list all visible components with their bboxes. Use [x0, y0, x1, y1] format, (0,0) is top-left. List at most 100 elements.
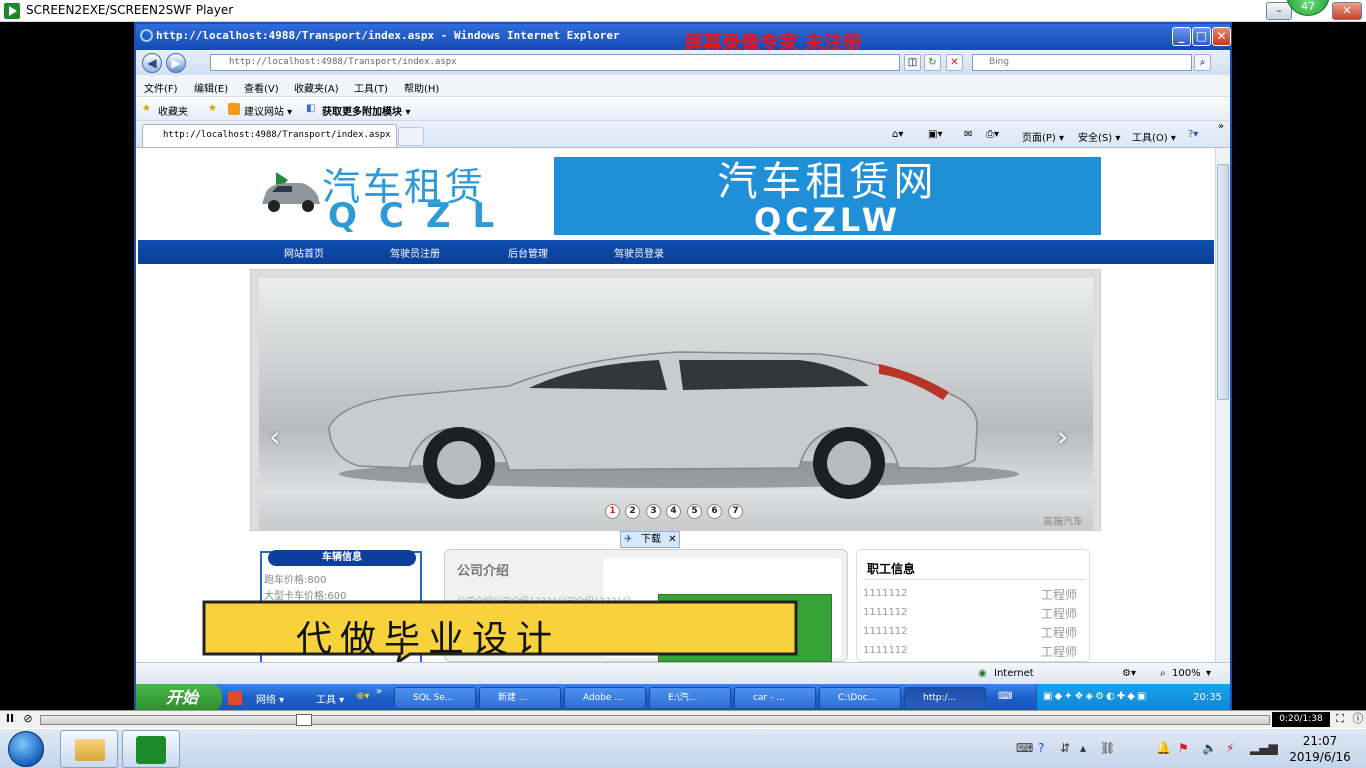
tray-icons[interactable]: ▣◆✦❖◈⚙◐✚◆▣: [1043, 691, 1148, 702]
explorer-taskbar-icon[interactable]: [60, 730, 118, 768]
mail-icon[interactable]: ✉: [964, 129, 972, 140]
task-new[interactable]: 新建 ...: [479, 687, 561, 709]
zoom-dropdown-icon[interactable]: ▾: [1206, 668, 1211, 679]
forward-icon[interactable]: ▶: [166, 53, 186, 73]
task-explorer-c[interactable]: C:\Doc...: [819, 687, 901, 709]
add-favorite-icon[interactable]: ★: [208, 103, 217, 114]
help-icon[interactable]: ?: [1038, 741, 1044, 755]
slide-watermark: 高端汽车: [1043, 517, 1083, 528]
search-icon[interactable]: ⌕: [1194, 54, 1211, 71]
slider-dot[interactable]: 7: [728, 504, 743, 519]
menu-edit[interactable]: 编辑(E): [194, 80, 228, 95]
close-button[interactable]: ✕: [1332, 2, 1362, 20]
slider-dot[interactable]: 6: [707, 504, 722, 519]
quick-network[interactable]: 网络 ▾: [256, 691, 284, 706]
ime-icon[interactable]: ⇵: [1060, 741, 1070, 755]
help-icon[interactable]: ?▾: [1188, 129, 1198, 140]
pause-button[interactable]: II: [2, 712, 18, 727]
tools-menu[interactable]: 工具(O) ▾: [1132, 129, 1176, 144]
slider-next-icon[interactable]: ›: [1057, 420, 1068, 453]
player-controls: II ⊘ 0:20/1:38 ⛶ ⓘ: [0, 710, 1366, 728]
quicklaunch-icon[interactable]: [228, 691, 242, 705]
player-title-bar: SCREEN2EXE/SCREEN2SWF Player – ✕: [0, 0, 1366, 22]
address-input[interactable]: http://localhost:4988/Transport/index.as…: [210, 54, 900, 71]
nav-driver-login[interactable]: 驾驶员登录: [614, 245, 664, 260]
task-explorer-e[interactable]: E:\汽...: [649, 687, 731, 709]
ie-minimize-button[interactable]: _: [1172, 27, 1191, 46]
feeds-icon[interactable]: ▣▾: [928, 129, 942, 140]
keyboard-icon[interactable]: ⌨: [998, 691, 1012, 702]
menu-view[interactable]: 查看(V): [244, 80, 279, 95]
nav-home[interactable]: 网站首页: [284, 245, 324, 260]
compat-icon[interactable]: ◫: [904, 54, 921, 71]
download-close-icon[interactable]: ✕: [668, 534, 676, 545]
address-bar: ◀ ▶ http://localhost:4988/Transport/inde…: [136, 50, 1230, 75]
progress-knob[interactable]: [296, 714, 312, 726]
scrollbar-thumb[interactable]: [1217, 164, 1229, 400]
ie-close-button[interactable]: ✕: [1212, 27, 1231, 46]
nav-admin[interactable]: 后台管理: [508, 245, 548, 260]
protected-mode-icon[interactable]: ⚙▾: [1122, 668, 1136, 679]
tab-current[interactable]: http://localhost:4988/Transport/index.as…: [142, 124, 397, 147]
favorites-button[interactable]: 收藏夹: [158, 103, 188, 118]
task-adobe[interactable]: Adobe ...: [564, 687, 646, 709]
slider-dot[interactable]: 2: [625, 504, 640, 519]
refresh-icon[interactable]: ↻: [924, 54, 941, 71]
quick-tools[interactable]: 工具 ▾: [316, 691, 344, 706]
web-page: 汽车租赁 QCZL 汽车租赁网 QCZLW 网站首页 驾驶员注册 后台管理 驾驶…: [136, 148, 1215, 662]
page-menu[interactable]: 页面(P) ▾: [1022, 129, 1064, 144]
nav-driver-register[interactable]: 驾驶员注册: [390, 245, 440, 260]
player-taskbar-icon[interactable]: [122, 730, 180, 768]
windows-start-orb[interactable]: [8, 731, 44, 767]
addons-link[interactable]: 获取更多附加模块 ▾: [322, 103, 411, 118]
fullscreen-icon[interactable]: ⛶: [1332, 712, 1348, 727]
network-icon[interactable]: ⛓: [1100, 741, 1115, 755]
page-scrollbar[interactable]: [1215, 148, 1230, 662]
print-icon[interactable]: ⎙▾: [986, 129, 999, 140]
info-icon[interactable]: ⓘ: [1350, 712, 1366, 727]
start-button[interactable]: 开始: [136, 684, 222, 712]
menu-file[interactable]: 文件(F): [144, 80, 178, 95]
task-ie[interactable]: http:/...: [904, 687, 986, 709]
suggested-sites-link[interactable]: 建议网站 ▾: [244, 103, 292, 118]
ie-maximize-button[interactable]: □: [1192, 27, 1211, 46]
slider-dot[interactable]: 5: [687, 504, 702, 519]
task-sql[interactable]: SQL Se...: [394, 687, 476, 709]
notification-icon[interactable]: 🔔: [1156, 741, 1171, 755]
menu-help[interactable]: 帮助(H): [404, 80, 439, 95]
menu-favorites[interactable]: 收藏夹(A): [294, 80, 339, 95]
clock-date: 2019/6/16: [1289, 750, 1351, 764]
win7-clock[interactable]: 21:07 2019/6/16: [1280, 733, 1360, 765]
new-tab-button[interactable]: [398, 127, 424, 146]
volume-icon[interactable]: 🔈: [1202, 741, 1217, 755]
keyboard-icon[interactable]: ⌨: [1016, 741, 1033, 755]
more-icon[interactable]: »: [376, 686, 382, 697]
action-center-icon[interactable]: ⚑: [1178, 741, 1189, 755]
home-icon[interactable]: ⌂▾: [892, 129, 903, 140]
slider-dot[interactable]: 1: [605, 504, 620, 519]
zoom-level[interactable]: 100%: [1172, 668, 1201, 679]
stop-icon[interactable]: ✕: [946, 54, 963, 71]
xp-clock: 20:35: [1193, 692, 1222, 703]
more-commands-icon[interactable]: »: [1218, 121, 1224, 132]
star-icon: ★: [142, 103, 151, 114]
signal-icon[interactable]: ▂▄▆: [1250, 741, 1278, 755]
back-icon[interactable]: ◀: [142, 53, 162, 73]
slider-dot[interactable]: 3: [646, 504, 661, 519]
settings-icon[interactable]: ⊘: [20, 712, 36, 727]
slider-dot[interactable]: 4: [666, 504, 681, 519]
slider-prev-icon[interactable]: ‹: [269, 420, 280, 453]
add-icon[interactable]: ⊕▾: [356, 691, 369, 702]
task-car[interactable]: car - ...: [734, 687, 816, 709]
zoom-icon[interactable]: ⌕: [1160, 668, 1166, 679]
menu-tools[interactable]: 工具(T): [354, 80, 388, 95]
progress-track[interactable]: [40, 715, 1270, 725]
power-icon[interactable]: ⚡: [1226, 741, 1234, 755]
tray-expand-icon[interactable]: ▴: [1080, 741, 1086, 755]
vehicle-item[interactable]: 跑车价格:800: [264, 571, 326, 586]
tab-bar: http://localhost:4988/Transport/index.as…: [136, 121, 1230, 148]
search-input[interactable]: Bing: [972, 54, 1192, 71]
logo-subtitle: QCZL: [328, 196, 517, 236]
download-bar[interactable]: ✈ 下载 ✕: [620, 531, 680, 548]
safety-menu[interactable]: 安全(S) ▾: [1078, 129, 1120, 144]
